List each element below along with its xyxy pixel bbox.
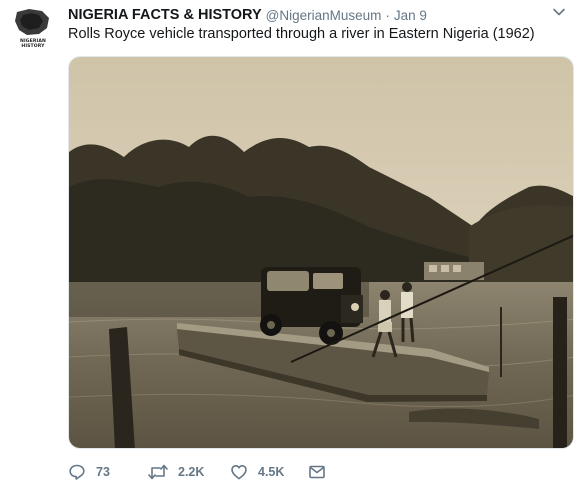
header-separator: · xyxy=(385,7,390,23)
heart-icon xyxy=(231,465,247,480)
river-ferry-photo xyxy=(69,57,573,448)
author-avatar[interactable]: NIGERIAN HISTORY xyxy=(9,6,57,54)
tweet-date[interactable]: Jan 9 xyxy=(394,8,427,23)
author-handle[interactable]: @NigerianMuseum xyxy=(266,8,382,23)
tweet-header: NIGERIA FACTS & HISTORY @NigerianMuseum … xyxy=(68,6,427,24)
chevron-down-icon[interactable] xyxy=(552,5,566,19)
direct-message-button[interactable] xyxy=(308,462,326,481)
avatar-map-icon xyxy=(9,6,57,38)
avatar-label: NIGERIAN HISTORY xyxy=(20,39,46,49)
tweet-photo[interactable] xyxy=(68,56,574,449)
like-count: 4.5K xyxy=(258,465,285,479)
reply-button[interactable]: 73 xyxy=(68,462,110,481)
retweet-count: 2.2K xyxy=(178,465,205,479)
direct-message-icon xyxy=(309,465,325,479)
retweet-icon xyxy=(148,464,168,480)
like-button[interactable]: 4.5K xyxy=(230,462,284,481)
author-name[interactable]: NIGERIA FACTS & HISTORY xyxy=(68,7,262,23)
tweet[interactable]: NIGERIAN HISTORY NIGERIA FACTS & HISTORY… xyxy=(0,0,577,481)
tweet-text: Rolls Royce vehicle transported through … xyxy=(68,26,535,42)
retweet-button[interactable]: 2.2K xyxy=(148,462,204,481)
reply-count: 73 xyxy=(96,465,110,479)
reply-icon xyxy=(69,464,85,480)
